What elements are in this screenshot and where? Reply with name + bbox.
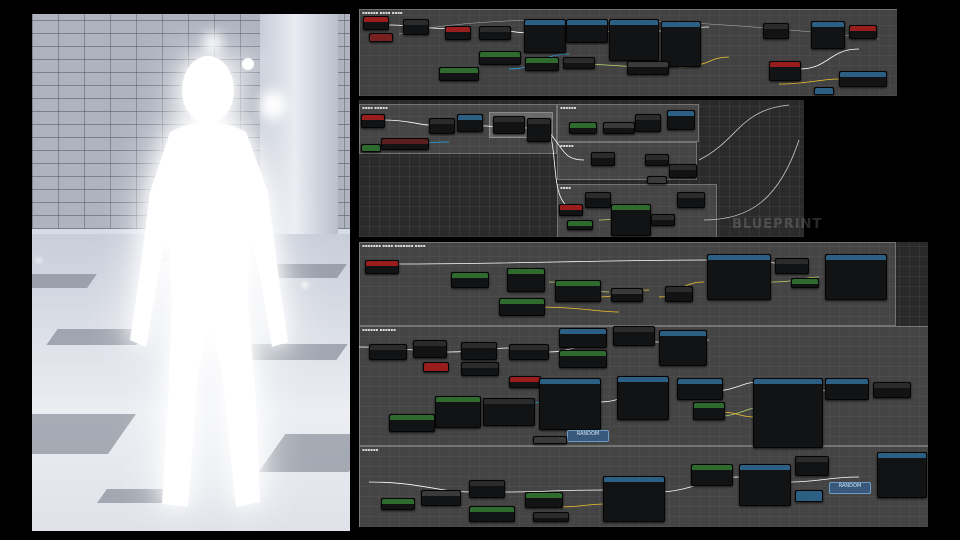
- function-node[interactable]: [795, 456, 829, 476]
- pure-node[interactable]: [567, 220, 593, 230]
- function-node[interactable]: [613, 326, 655, 346]
- function-node[interactable]: [877, 452, 927, 498]
- function-node[interactable]: [775, 258, 809, 274]
- pure-node[interactable]: [469, 506, 515, 522]
- reroute-node[interactable]: [814, 87, 834, 95]
- random-macro-node[interactable]: RANDOM: [829, 482, 871, 494]
- function-node[interactable]: [566, 19, 608, 43]
- reroute-node[interactable]: [647, 176, 667, 184]
- function-node[interactable]: [739, 464, 791, 506]
- random-macro-node[interactable]: RANDOM: [567, 430, 609, 442]
- function-node[interactable]: [585, 192, 611, 208]
- math-node[interactable]: [421, 490, 461, 506]
- function-node[interactable]: [677, 378, 723, 400]
- function-node[interactable]: [509, 344, 549, 360]
- variable-node[interactable]: [361, 144, 381, 152]
- pure-node[interactable]: [389, 414, 435, 432]
- math-node[interactable]: [665, 286, 693, 302]
- sequence-node[interactable]: [527, 118, 551, 142]
- pure-node[interactable]: [559, 350, 607, 368]
- function-node[interactable]: [469, 480, 505, 498]
- spawn-emitter-node[interactable]: [707, 254, 771, 300]
- pure-node[interactable]: [691, 464, 733, 486]
- function-node[interactable]: [539, 378, 601, 430]
- event-node[interactable]: [365, 260, 399, 274]
- function-node[interactable]: [609, 19, 659, 61]
- event-node[interactable]: [363, 16, 389, 30]
- function-node[interactable]: [559, 328, 607, 348]
- function-node[interactable]: [849, 25, 877, 39]
- pure-node[interactable]: [693, 402, 725, 420]
- function-node[interactable]: [461, 342, 497, 360]
- pure-node[interactable]: [569, 122, 597, 134]
- function-node[interactable]: [457, 114, 483, 132]
- function-node[interactable]: [659, 330, 707, 366]
- variable-node[interactable]: [369, 33, 393, 42]
- pure-node[interactable]: [791, 278, 819, 288]
- function-node[interactable]: [825, 378, 869, 400]
- function-node[interactable]: [677, 192, 705, 208]
- variable-node[interactable]: [423, 362, 449, 372]
- function-node[interactable]: [413, 340, 447, 358]
- blueprint-watermark: BLUEPRINT: [732, 217, 823, 232]
- function-node[interactable]: [461, 362, 499, 376]
- math-node[interactable]: [563, 57, 595, 69]
- function-node[interactable]: [559, 204, 583, 216]
- function-node[interactable]: [479, 26, 511, 40]
- function-node[interactable]: [381, 138, 429, 150]
- pure-node[interactable]: [439, 67, 479, 81]
- event-node[interactable]: [361, 114, 385, 128]
- function-node[interactable]: [403, 19, 429, 35]
- function-node[interactable]: [603, 476, 665, 522]
- function-node[interactable]: [617, 376, 669, 420]
- function-node[interactable]: [645, 154, 669, 166]
- function-node[interactable]: [635, 114, 661, 132]
- blueprint-graph-top[interactable]: ▪▪▪▪▪▪ ▪▪▪▪ ▪▪▪▪: [359, 9, 897, 96]
- pure-node[interactable]: [451, 272, 489, 288]
- pure-node[interactable]: [525, 492, 563, 508]
- spawn-actor-node[interactable]: [753, 378, 823, 448]
- function-node[interactable]: [369, 344, 407, 360]
- math-node[interactable]: [603, 122, 635, 134]
- game-viewport[interactable]: [32, 14, 350, 531]
- function-node[interactable]: [611, 204, 651, 236]
- function-node[interactable]: [839, 71, 887, 87]
- function-node[interactable]: [555, 280, 601, 302]
- function-node[interactable]: [825, 254, 887, 300]
- math-node[interactable]: [651, 214, 675, 226]
- variable-node[interactable]: [533, 436, 567, 444]
- break-struct-node[interactable]: [483, 398, 535, 426]
- pure-node[interactable]: [479, 51, 521, 65]
- function-node[interactable]: [763, 23, 789, 39]
- function-node[interactable]: [493, 116, 525, 134]
- math-node[interactable]: [533, 512, 569, 522]
- pure-node[interactable]: [525, 57, 559, 71]
- math-node[interactable]: [611, 288, 643, 302]
- pure-node[interactable]: [499, 298, 545, 316]
- function-node[interactable]: [429, 118, 455, 134]
- pure-node[interactable]: [381, 498, 415, 510]
- pure-node[interactable]: [507, 268, 545, 292]
- function-node[interactable]: [873, 382, 911, 398]
- blueprint-graph-bottom[interactable]: ▪▪▪▪▪▪▪ ▪▪▪▪ ▪▪▪▪▪▪▪ ▪▪▪▪ ▪▪▪▪▪▪ ▪▪▪▪▪▪ …: [359, 242, 928, 527]
- function-node[interactable]: [591, 152, 615, 166]
- function-node[interactable]: [509, 376, 541, 388]
- math-node[interactable]: [627, 61, 669, 75]
- function-node[interactable]: [669, 164, 697, 178]
- function-node[interactable]: [667, 110, 695, 130]
- function-node[interactable]: [524, 19, 566, 53]
- function-node[interactable]: [769, 61, 801, 81]
- function-node[interactable]: [445, 26, 471, 40]
- pure-node[interactable]: [435, 396, 481, 428]
- function-node[interactable]: [811, 21, 845, 49]
- reroute-node[interactable]: [795, 490, 823, 502]
